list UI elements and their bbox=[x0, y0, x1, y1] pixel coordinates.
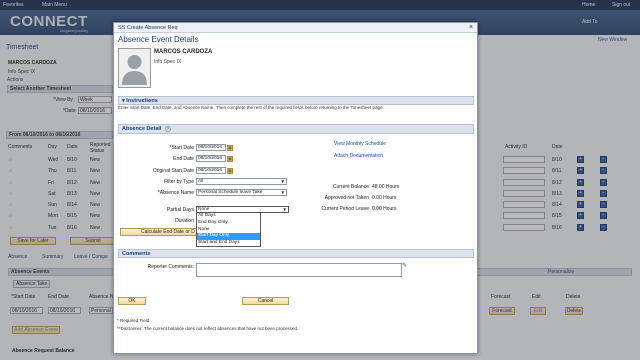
ok-button[interactable]: OK bbox=[118, 297, 146, 305]
reporter-comments-textarea[interactable] bbox=[196, 263, 402, 277]
reporter-comments-label: Reporter Comments: bbox=[147, 264, 194, 270]
modal-employee-name: MARCOS CARDOZA bbox=[154, 49, 213, 55]
absence-detail-title: Absence Detail bbox=[122, 126, 162, 132]
partial-option-start-and-end-days[interactable]: Start and End Days bbox=[197, 240, 260, 247]
spellcheck-icon[interactable]: ✎ bbox=[402, 262, 407, 269]
partial-option-all-days[interactable]: All Days bbox=[197, 213, 260, 220]
calculate-end-date-button[interactable]: Calculate End Date or D bbox=[120, 228, 198, 236]
duration-label: Duration bbox=[175, 218, 194, 224]
current-period-leave-value: 0.00 Hours bbox=[372, 206, 397, 212]
filter-by-type-select[interactable]: All ▼ bbox=[196, 178, 287, 185]
disclaimer-note: **Disclaimer: The current balance does n… bbox=[117, 326, 299, 331]
chevron-down-icon: ▼ bbox=[280, 190, 285, 195]
instructions-title: Instructions bbox=[126, 98, 158, 104]
calendar-icon[interactable]: ▦ bbox=[227, 155, 233, 162]
absence-request-modal: SS Create Absence Req × Absence Event De… bbox=[113, 22, 478, 354]
view-monthly-schedule-link[interactable]: View Monthly Schedule bbox=[334, 141, 386, 147]
required-field-note: * Required Field bbox=[117, 318, 150, 323]
partial-option-end-day-only[interactable]: End Day Only bbox=[197, 220, 260, 227]
page-heading: Absence Event Details bbox=[118, 35, 199, 44]
absence-detail-bar: Absence Detail ? bbox=[118, 124, 474, 134]
modal-title: SS Create Absence Req bbox=[118, 25, 178, 31]
start-date-label: *Start Date bbox=[169, 145, 194, 151]
current-balance-label: Current Balance bbox=[332, 184, 369, 190]
cancel-button[interactable]: Cancel bbox=[242, 297, 289, 305]
absence-name-label: *Absence Name bbox=[157, 190, 194, 196]
calendar-icon[interactable]: ▦ bbox=[227, 144, 233, 151]
original-start-date-input[interactable]: 08/10/2016 bbox=[196, 167, 226, 174]
absence-name-value: Personal Schedule leave Take bbox=[198, 190, 263, 195]
chevron-down-icon: ▼ bbox=[282, 207, 287, 212]
close-icon[interactable]: × bbox=[469, 24, 473, 31]
person-icon bbox=[122, 55, 147, 85]
modal-employee-job: Info Spec IX bbox=[154, 59, 182, 65]
current-balance-value: 48.00 Hours bbox=[372, 184, 400, 190]
chevron-down-icon: ▼ bbox=[280, 179, 285, 184]
approved-not-taken-value: 0.00 Hours bbox=[372, 195, 397, 201]
instructions-text: Enter Start Date, End Date, and Absence … bbox=[118, 105, 384, 110]
end-date-input[interactable]: 08/10/2016 bbox=[196, 155, 226, 162]
partial-days-dropdown: All Days End Day Only None Start Day Onl… bbox=[196, 212, 261, 247]
filter-by-type-value: All bbox=[198, 179, 204, 184]
calendar-icon[interactable]: ▦ bbox=[227, 167, 233, 174]
original-start-date-label: Original Start Date bbox=[152, 168, 194, 174]
help-icon[interactable]: ? bbox=[164, 126, 171, 132]
filter-by-type-label: Filter by Type bbox=[164, 179, 194, 185]
instructions-bar[interactable]: ▾ Instructions bbox=[118, 96, 474, 105]
comments-bar: Comments bbox=[118, 249, 474, 258]
absence-name-select[interactable]: Personal Schedule leave Take ▼ bbox=[196, 189, 287, 196]
partial-days-label: Partial Days bbox=[167, 207, 194, 213]
current-period-leave-label: Current Period Leave bbox=[321, 206, 369, 212]
partial-option-start-day-only[interactable]: Start Day Only bbox=[197, 233, 260, 240]
attach-documentation-link[interactable]: Attach Documentation bbox=[334, 153, 383, 159]
avatar bbox=[118, 48, 151, 88]
approved-not-taken-label: Approved not Taken bbox=[324, 195, 369, 201]
start-date-input[interactable]: 08/10/2016 bbox=[196, 144, 226, 151]
end-date-label: End Date bbox=[173, 156, 194, 162]
